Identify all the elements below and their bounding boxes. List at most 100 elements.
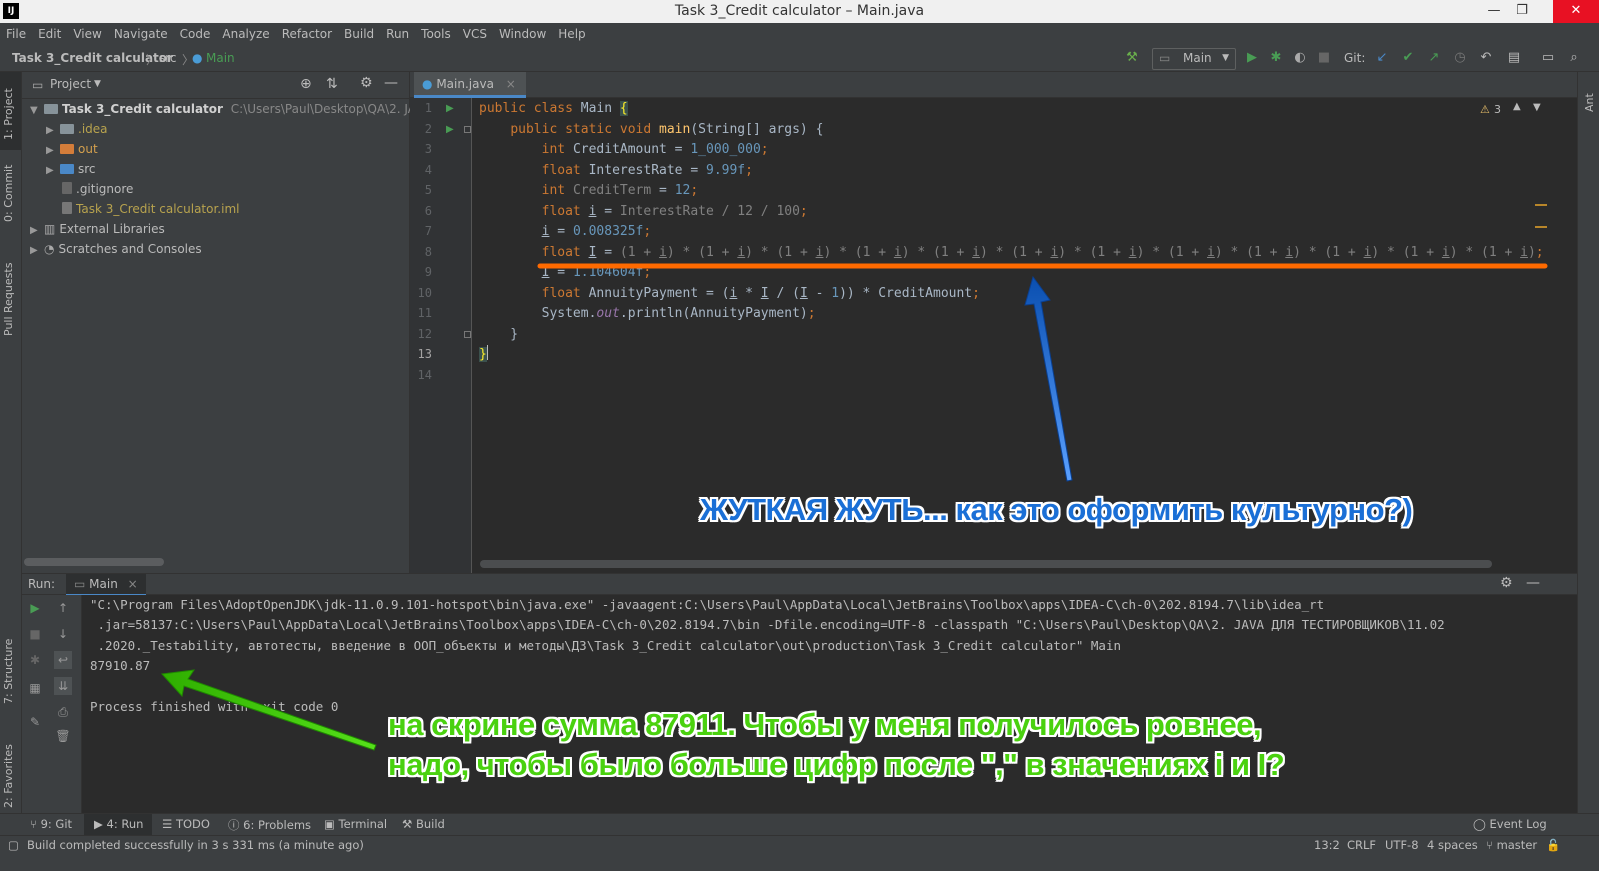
debug-icon[interactable]: ✱: [26, 651, 44, 669]
run-tab-main[interactable]: ▭ Main ×: [66, 574, 146, 596]
menu-refactor[interactable]: Refactor: [276, 23, 338, 45]
debug-icon[interactable]: ✱: [1268, 50, 1284, 66]
coverage-icon[interactable]: ◐: [1292, 50, 1308, 66]
chevron-down-icon: ▼: [30, 105, 38, 116]
close-button[interactable]: ✕: [1553, 0, 1599, 23]
gear-icon[interactable]: ⚙: [1500, 575, 1513, 591]
tool-problems[interactable]: ⓘ 6: Problems: [228, 817, 311, 833]
layout-icon[interactable]: ▦: [26, 679, 44, 697]
project-horizontal-scrollbar[interactable]: [24, 558, 164, 566]
project-structure-icon[interactable]: ▤: [1506, 50, 1522, 66]
git-commit-icon[interactable]: ✔: [1400, 50, 1416, 66]
restore-button[interactable]: ❐: [1508, 0, 1536, 23]
stop-icon[interactable]: ■: [26, 625, 44, 643]
breadcrumb-src[interactable]: src: [159, 51, 177, 65]
print-icon[interactable]: ⎙: [54, 703, 72, 721]
tree-item-out[interactable]: ▶ out: [46, 139, 98, 159]
editor-tabs: ● Main.java ×: [410, 72, 1577, 98]
menu-file[interactable]: File: [0, 23, 32, 45]
run-gutter-icon[interactable]: ▶: [446, 124, 454, 135]
line-number: 12: [417, 327, 432, 341]
navigation-bar: Task 3_Credit calculator 〉 src 〉 ● Main …: [0, 45, 1599, 72]
run-gutter-icon[interactable]: ▶: [446, 103, 454, 114]
menu-build[interactable]: Build: [338, 23, 380, 45]
chevron-down-icon[interactable]: ▼: [94, 79, 101, 89]
gear-icon[interactable]: ⚙: [360, 75, 373, 91]
tool-favorites[interactable]: 2: Favorites: [2, 744, 15, 808]
tool-structure[interactable]: 7: Structure: [2, 639, 15, 704]
tree-item-iml[interactable]: Task 3_Credit calculator.iml: [62, 199, 239, 219]
chevron-down-icon[interactable]: ▼: [1533, 102, 1541, 113]
project-view-select[interactable]: Project: [50, 77, 91, 91]
warnings-count[interactable]: 3: [1494, 103, 1501, 116]
scroll-to-end-icon[interactable]: ⇊: [54, 677, 72, 695]
tool-pull-requests[interactable]: Pull Requests: [2, 263, 15, 336]
pin-icon[interactable]: ✎: [26, 713, 44, 731]
git-branch[interactable]: ⑂ master: [1486, 838, 1537, 852]
tool-git[interactable]: ⑂ 9: Git: [30, 817, 72, 831]
tool-build[interactable]: ⚒ Build: [402, 817, 445, 831]
trash-icon[interactable]: 🗑: [54, 727, 72, 745]
close-tab-icon[interactable]: ×: [128, 577, 138, 591]
menu-tools[interactable]: Tools: [415, 23, 457, 45]
tree-item-src[interactable]: ▶ src: [46, 159, 96, 179]
status-icon[interactable]: ▢: [8, 838, 19, 852]
git-update-icon[interactable]: ↙: [1374, 50, 1390, 66]
fold-icon[interactable]: [464, 126, 471, 133]
menu-help[interactable]: Help: [552, 23, 591, 45]
menu-window[interactable]: Window: [493, 23, 552, 45]
warning-icon[interactable]: ⚠: [1480, 103, 1490, 116]
menu-edit[interactable]: Edit: [32, 23, 67, 45]
tool-project[interactable]: 1: Project: [2, 88, 15, 140]
run-configuration-select[interactable]: ▭ Main ▼: [1152, 48, 1236, 70]
git-history-icon[interactable]: ◷: [1452, 50, 1468, 66]
run-icon[interactable]: ▶: [1244, 50, 1260, 66]
stop-icon[interactable]: ■: [1316, 50, 1332, 66]
close-tab-icon[interactable]: ×: [506, 77, 516, 91]
fold-icon[interactable]: [464, 331, 471, 338]
presentation-icon[interactable]: ▭: [1540, 50, 1556, 66]
tree-item-idea[interactable]: ▶ .idea: [46, 119, 108, 139]
tool-todo[interactable]: ☰ TODO: [162, 817, 210, 831]
menu-navigate[interactable]: Navigate: [108, 23, 174, 45]
editor-horizontal-scrollbar[interactable]: [480, 560, 1492, 568]
warning-stripe-marker[interactable]: [1535, 204, 1547, 206]
line-separator[interactable]: CRLF: [1347, 838, 1376, 852]
caret-position[interactable]: 13:2: [1314, 838, 1340, 852]
indent-setting[interactable]: 4 spaces: [1427, 838, 1478, 852]
arrow-down-icon[interactable]: ↓: [54, 625, 72, 643]
tool-ant[interactable]: Ant: [1583, 93, 1596, 112]
locate-icon[interactable]: ⊕: [300, 76, 312, 92]
build-hammer-icon[interactable]: ⚒: [1124, 50, 1140, 66]
rerun-icon[interactable]: ▶: [26, 599, 44, 617]
menu-run[interactable]: Run: [380, 23, 415, 45]
menu-analyze[interactable]: Analyze: [216, 23, 275, 45]
tool-terminal[interactable]: ▣ Terminal: [324, 817, 387, 831]
menu-vcs[interactable]: VCS: [457, 23, 493, 45]
menu-code[interactable]: Code: [174, 23, 217, 45]
minimize-button[interactable]: —: [1480, 0, 1508, 23]
hide-icon[interactable]: —: [384, 75, 398, 91]
search-icon[interactable]: ⌕: [1566, 50, 1582, 66]
chevron-up-icon[interactable]: ▲: [1513, 101, 1521, 112]
tree-item-gitignore[interactable]: .gitignore: [62, 179, 133, 199]
menu-view[interactable]: View: [67, 23, 107, 45]
git-push-icon[interactable]: ↗: [1426, 50, 1442, 66]
tool-commit[interactable]: 0: Commit: [2, 165, 15, 222]
warning-stripe-marker[interactable]: [1535, 226, 1547, 228]
collapse-all-icon[interactable]: ⇅: [326, 76, 338, 92]
tree-root[interactable]: ▼ Task 3_Credit calculator C:\Users\Paul\…: [30, 99, 461, 119]
tree-item-external-libraries[interactable]: ▶ ▥ External Libraries: [30, 219, 165, 239]
file-encoding[interactable]: UTF-8: [1385, 838, 1419, 852]
git-rollback-icon[interactable]: ↶: [1478, 50, 1494, 66]
tool-run[interactable]: ▶ 4: Run: [94, 817, 143, 831]
tree-item-scratches[interactable]: ▶ ◔ Scratches and Consoles: [30, 239, 202, 259]
lock-icon[interactable]: 🔓: [1546, 838, 1560, 852]
status-message[interactable]: Build completed successfully in 3 s 331 …: [27, 838, 364, 852]
breadcrumb-main[interactable]: Main: [206, 51, 235, 65]
soft-wrap-icon[interactable]: ↩: [54, 651, 72, 669]
hide-icon[interactable]: —: [1526, 575, 1540, 591]
tool-event-log[interactable]: ◯ Event Log: [1473, 817, 1547, 831]
tab-main-java[interactable]: ● Main.java ×: [414, 72, 526, 98]
arrow-up-icon[interactable]: ↑: [54, 599, 72, 617]
